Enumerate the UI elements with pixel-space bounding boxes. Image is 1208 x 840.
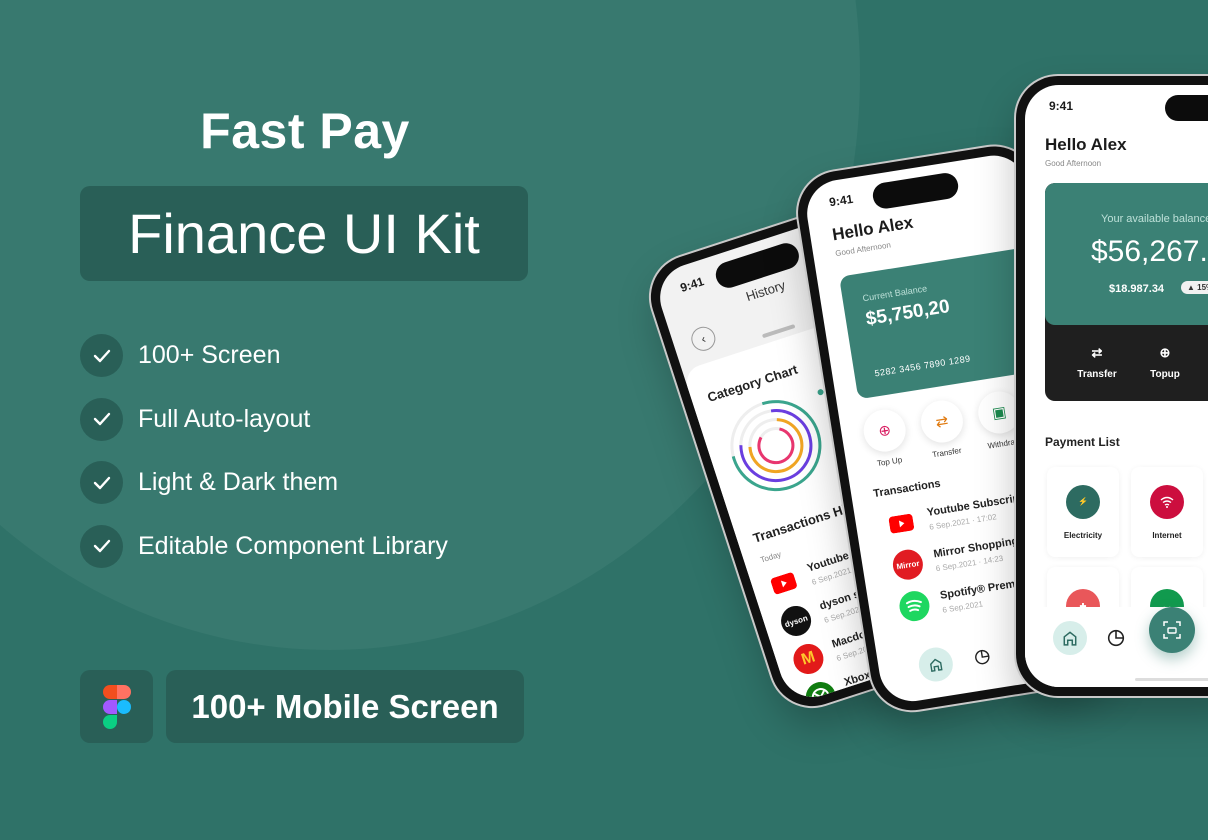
status-time: 9:41 xyxy=(828,191,855,210)
dashboard-screen: 9:41 Hello Alex Good Afternoon Your avai… xyxy=(1025,85,1208,687)
bottom-nav xyxy=(916,639,992,684)
top-up-button[interactable]: ⊕ Top Up xyxy=(860,406,911,470)
transfer-button[interactable]: ⇄ Transfer xyxy=(1063,345,1131,380)
phone-dashboard: 9:41 Hello Alex Good Afternoon Your avai… xyxy=(1016,76,1208,696)
nav-home-button[interactable] xyxy=(916,645,956,684)
transfer-icon: ⇄ xyxy=(1091,345,1103,360)
status-time: 9:41 xyxy=(678,274,706,295)
nav-home-button[interactable] xyxy=(1053,621,1087,655)
scan-button[interactable] xyxy=(1149,607,1195,653)
lightning-icon: ⚡ xyxy=(1066,484,1100,519)
topup-button[interactable]: ⊕ Topup xyxy=(1131,345,1199,380)
feature-list: 100+ Screen Full Auto-layout Light & Dar… xyxy=(80,334,448,588)
feature-item: Full Auto-layout xyxy=(80,397,448,441)
wifi-icon xyxy=(1150,484,1184,519)
ring-purple xyxy=(739,409,813,483)
check-icon xyxy=(80,461,123,504)
feature-label: Light & Dark them xyxy=(138,468,339,496)
back-button[interactable]: ‹ xyxy=(688,323,719,354)
feature-label: Editable Component Library xyxy=(138,531,448,560)
pie-chart-icon[interactable] xyxy=(973,648,991,666)
check-icon xyxy=(80,524,123,568)
card-number: 5282 3456 7890 1289 xyxy=(873,353,972,379)
brand-title: Fast Pay xyxy=(200,103,410,159)
sheet-grabber[interactable] xyxy=(761,323,796,339)
ring-pink xyxy=(757,427,795,465)
xbox-logo-icon xyxy=(801,678,840,706)
feature-item: Editable Component Library xyxy=(80,524,448,568)
feature-item: Light & Dark them xyxy=(80,461,448,504)
mirror-logo-icon: Mirror xyxy=(890,547,926,582)
balance-actions: ⇄ Transfer ⊕ Topup xyxy=(1045,345,1199,380)
payment-electricity[interactable]: ⚡ Electricity xyxy=(1047,467,1119,557)
greeting: Hello Alex xyxy=(1045,135,1127,154)
ring-equipment xyxy=(730,400,822,492)
balance-amount: $56,267.00 xyxy=(1091,235,1208,268)
dynamic-island xyxy=(871,171,961,211)
mcdonalds-logo-icon: M xyxy=(789,640,828,678)
home-icon xyxy=(930,658,943,672)
subgreeting: Good Afternoon xyxy=(1045,159,1102,168)
group-label: Today xyxy=(759,549,783,565)
legend-dot xyxy=(816,388,825,396)
card-balance: $5,750,20 xyxy=(864,296,952,331)
kit-title: Finance UI Kit xyxy=(128,202,480,265)
arrow-up-circle-icon: ⊕ xyxy=(860,406,909,455)
transaction-row[interactable]: Mirror Mirror Shopping 6 Sep.2021 · 14:23 xyxy=(890,532,1022,582)
pie-chart-icon[interactable] xyxy=(1107,629,1125,647)
status-time: 9:41 xyxy=(1049,99,1074,113)
kit-title-box: Finance UI Kit xyxy=(80,186,528,281)
transfer-icon: ⇄ xyxy=(917,397,966,446)
secondary-amount: $18.987.34 xyxy=(1109,283,1165,295)
feature-label: Full Auto-layout xyxy=(138,404,311,433)
check-icon xyxy=(80,334,123,377)
section-title: Payment List xyxy=(1045,435,1120,449)
feature-item: 100+ Screen xyxy=(80,334,448,377)
payment-internet[interactable]: Internet xyxy=(1131,467,1203,557)
home-indicator xyxy=(1135,678,1208,681)
greeting: Hello Alex xyxy=(830,212,915,245)
home-icon xyxy=(1063,631,1077,646)
mobile-screen-label: 100+ Mobile Screen xyxy=(191,687,499,725)
youtube-logo-icon xyxy=(764,563,803,602)
scan-icon xyxy=(1163,621,1181,639)
balance-panel: Your available balance $56,267.00 $18.98… xyxy=(1045,183,1208,325)
mobile-screen-badge: 100+ Mobile Screen xyxy=(166,670,524,743)
youtube-logo-icon xyxy=(884,505,919,541)
arrow-up-circle-icon: ⊕ xyxy=(1159,345,1171,360)
section-title: Transactions xyxy=(872,477,942,501)
balance-card: Your available balance $56,267.00 $18.98… xyxy=(1045,183,1208,401)
quick-actions: ⊕ Top Up ⇄ Transfer ▣ Withdraw xyxy=(860,388,1026,470)
check-icon xyxy=(80,397,123,441)
dyson-logo-icon: dyson xyxy=(777,602,815,640)
figma-logo-icon xyxy=(80,670,153,743)
chevron-left-icon: ‹ xyxy=(699,331,708,347)
spotify-logo-icon xyxy=(897,588,932,624)
change-badge: ▲ 15% xyxy=(1181,281,1208,294)
dynamic-island xyxy=(1165,95,1208,121)
balance-label: Your available balance xyxy=(1101,213,1208,225)
feature-label: 100+ Screen xyxy=(138,341,281,369)
transfer-button[interactable]: ⇄ Transfer xyxy=(917,397,968,461)
category-donut-chart xyxy=(730,400,822,492)
